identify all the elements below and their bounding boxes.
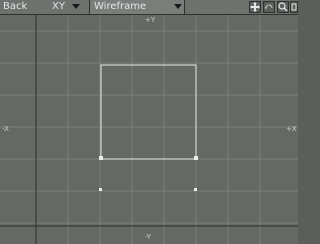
axis-dropdown[interactable]: XY xyxy=(52,0,82,14)
axis-label-left: -X xyxy=(2,125,9,133)
vertex-point[interactable] xyxy=(194,156,198,160)
maximize-icon xyxy=(291,2,297,12)
shading-mode-label: Wireframe xyxy=(94,1,147,12)
vertex-point[interactable] xyxy=(99,188,102,191)
vertex-point[interactable] xyxy=(194,188,197,191)
viewport-grid xyxy=(0,15,298,244)
maximize-view-button[interactable] xyxy=(290,1,298,13)
view-dropdown[interactable]: Back xyxy=(3,0,47,14)
selected-object-outline[interactable] xyxy=(100,64,197,160)
rotate-view-button[interactable] xyxy=(263,1,275,13)
zoom-view-button[interactable] xyxy=(277,1,289,13)
chevron-down-icon xyxy=(174,4,182,9)
chevron-down-icon xyxy=(72,4,80,9)
axis-label-bottom: -Y xyxy=(145,233,151,241)
view-label: Back xyxy=(3,1,28,12)
move-arrows-icon xyxy=(250,2,260,12)
vertex-point[interactable] xyxy=(99,156,103,160)
axis-label: XY xyxy=(52,1,65,12)
orthographic-viewport[interactable]: +Y -Y -X +X xyxy=(0,15,298,244)
viewport-toolbar: Back XY Wireframe xyxy=(0,0,298,15)
magnifier-icon xyxy=(278,2,288,12)
shading-mode-dropdown[interactable]: Wireframe xyxy=(89,0,185,14)
app-window: Back XY Wireframe +Y -Y -X +X xyxy=(0,0,298,244)
axis-label-top: +Y xyxy=(145,16,156,24)
rotate-icon xyxy=(264,2,274,12)
axis-label-right: +X xyxy=(286,125,297,133)
move-view-button[interactable] xyxy=(249,1,261,13)
